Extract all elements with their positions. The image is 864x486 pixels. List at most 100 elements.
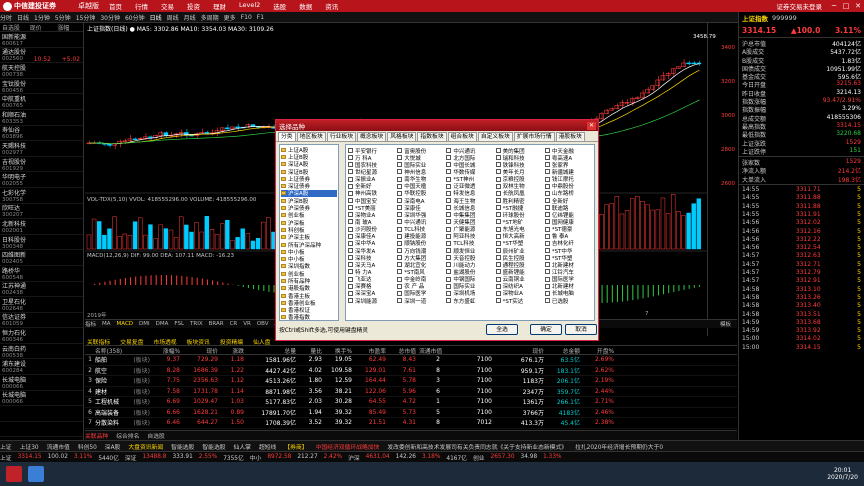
- stock-item[interactable]: 中钢国际: [446, 276, 495, 283]
- checkbox[interactable]: [544, 212, 550, 218]
- ticker-item[interactable]: 智能选股: [171, 442, 194, 451]
- stock-item[interactable]: 北方国际: [446, 154, 495, 161]
- indicator-tab[interactable]: MA: [102, 321, 111, 327]
- ticker-item[interactable]: 发改委创新和高技术发展司有关负责同志就《关于支持新业态新模式》: [387, 442, 567, 451]
- stock-item[interactable]: TCL科技: [446, 240, 495, 247]
- stock-item[interactable]: 通程控股: [495, 261, 545, 268]
- checkbox[interactable]: [397, 226, 403, 232]
- watchlist-row[interactable]: 天赐科技 002977: [0, 141, 83, 157]
- toolbar-item[interactable]: 5分钟: [55, 13, 71, 22]
- table-header-cell[interactable]: 市盈率: [355, 346, 389, 355]
- checkbox[interactable]: [495, 255, 501, 261]
- checkbox[interactable]: [348, 198, 353, 204]
- checkbox[interactable]: [348, 276, 353, 282]
- cancel-button[interactable]: 取消: [565, 324, 597, 335]
- stock-item[interactable]: 深科技: [348, 254, 397, 261]
- checkbox[interactable]: [446, 219, 452, 225]
- table-row[interactable]: 1 船舶 (板块) 9.37 729.29 1.18 1581.96亿 2.93 19.05 62…: [85, 355, 737, 366]
- watchlist-row[interactable]: 北新科技 002001: [0, 219, 83, 235]
- table-row[interactable]: 5 工程机械 (板块) 6.69 1029.47 1.03 5177.83亿 2.03 30.2…: [85, 397, 737, 408]
- stock-item[interactable]: 深中华A: [348, 240, 397, 247]
- checkbox[interactable]: [544, 169, 550, 175]
- table-tab[interactable]: 仙人盘: [251, 337, 270, 346]
- checkbox[interactable]: [495, 262, 501, 268]
- checkbox[interactable]: [544, 190, 550, 196]
- checkbox[interactable]: [446, 226, 452, 232]
- stock-item[interactable]: 国际实业: [397, 161, 446, 168]
- checkbox[interactable]: [495, 176, 501, 182]
- stock-item[interactable]: 中国长城: [446, 161, 495, 168]
- watchlist-row[interactable]: 恒力石化 600346: [0, 328, 83, 344]
- stock-item[interactable]: 深圳能源: [348, 297, 397, 304]
- table-header-cell[interactable]: 总市值: [389, 346, 419, 355]
- checkbox[interactable]: [495, 226, 501, 232]
- checkbox[interactable]: [397, 169, 403, 175]
- checkbox[interactable]: [495, 283, 501, 289]
- stock-item[interactable]: 北新建材: [544, 283, 594, 290]
- stock-item[interactable]: 山东路桥: [544, 190, 594, 197]
- stock-item[interactable]: 大悦城: [397, 154, 446, 161]
- ticker-index[interactable]: 流通市值: [47, 442, 70, 451]
- toolbar-item[interactable]: 月线: [184, 13, 196, 22]
- checkbox[interactable]: [544, 226, 550, 232]
- stock-item[interactable]: 深圳机场: [446, 290, 495, 297]
- watchlist-row[interactable]: 江苏神通 002438: [0, 282, 83, 298]
- checkbox[interactable]: [397, 269, 403, 275]
- table-header-cell[interactable]: 量比: [299, 346, 325, 355]
- stock-item[interactable]: 已选股: [544, 297, 594, 304]
- table-header-cell[interactable]: 换手%: [325, 346, 355, 355]
- stock-item[interactable]: 中兴通讯: [397, 218, 446, 226]
- toolbar-item[interactable]: 15分钟: [76, 13, 96, 22]
- indicator-tab[interactable]: TRIX: [190, 321, 203, 327]
- table-header-cell[interactable]: 总金额: [547, 346, 583, 355]
- dialog-tab[interactable]: 自定义板块: [477, 132, 513, 141]
- checkbox[interactable]: [397, 255, 403, 261]
- app-icon[interactable]: [28, 466, 44, 482]
- watchlist-row[interactable]: 卫星石化 002648: [0, 297, 83, 313]
- table-tab[interactable]: 市场透视: [151, 337, 176, 346]
- stock-item[interactable]: 中国宝安: [348, 197, 397, 204]
- checkbox[interactable]: [348, 162, 353, 168]
- checkbox[interactable]: [544, 219, 550, 225]
- stock-item[interactable]: 国际医学: [397, 290, 446, 297]
- stock-item[interactable]: 张家界: [544, 161, 594, 168]
- ticker-index[interactable]: 上证: [0, 442, 12, 451]
- stock-item[interactable]: 万向钱潮: [397, 247, 446, 254]
- checkbox[interactable]: [397, 190, 403, 196]
- ticker-index[interactable]: 深A股: [105, 442, 121, 451]
- watchlist-row[interactable]: 国新能源 600617: [0, 32, 83, 48]
- checkbox[interactable]: [348, 155, 353, 161]
- checkbox[interactable]: [348, 212, 353, 218]
- checkbox[interactable]: [348, 298, 353, 304]
- select-all-button[interactable]: 全选: [486, 324, 518, 335]
- start-icon[interactable]: [6, 466, 22, 482]
- stock-item[interactable]: 华联控股: [397, 190, 446, 197]
- indicator-tab[interactable]: BRAR: [209, 321, 224, 327]
- checkbox[interactable]: [446, 198, 452, 204]
- table-header-cell[interactable]: 现价: [183, 346, 221, 355]
- menu-item[interactable]: 理财: [213, 1, 226, 11]
- checkbox[interactable]: [446, 162, 452, 168]
- toolbar-item[interactable]: 分时: [0, 13, 12, 22]
- stock-item[interactable]: TCL科技: [397, 226, 446, 233]
- stock-item[interactable]: 深物业A: [495, 290, 545, 297]
- stock-item[interactable]: 中集集团: [446, 211, 495, 218]
- table-tab[interactable]: 板块资讯: [185, 337, 210, 346]
- checkbox[interactable]: [544, 276, 550, 282]
- watchlist-row[interactable]: 浦东建设 600284: [0, 359, 83, 376]
- stock-item[interactable]: 中天金融: [544, 147, 594, 154]
- stock-item[interactable]: 深康佳: [397, 204, 446, 211]
- checkbox[interactable]: [446, 183, 452, 189]
- table-tab[interactable]: 交易复盘: [118, 337, 143, 346]
- checkbox[interactable]: [495, 276, 501, 282]
- bottom-tab[interactable]: 自选股: [147, 431, 164, 440]
- stock-item[interactable]: 特 力A: [348, 268, 397, 276]
- watchlist-row[interactable]: 长城电脑 000066: [0, 375, 83, 391]
- checkbox[interactable]: [495, 298, 501, 304]
- watchlist-row[interactable]: 中航重机 600765: [0, 94, 83, 110]
- tick-list[interactable]: 14:55 3311.71 5 14:55 3311.88 5 14:55 3311.88 5 1…: [739, 186, 864, 352]
- stock-item[interactable]: *ST美丽: [348, 204, 397, 211]
- checkbox[interactable]: [495, 205, 501, 211]
- watchlist-row[interactable]: 日科股份 300348: [0, 235, 83, 251]
- checkbox[interactable]: [348, 248, 353, 254]
